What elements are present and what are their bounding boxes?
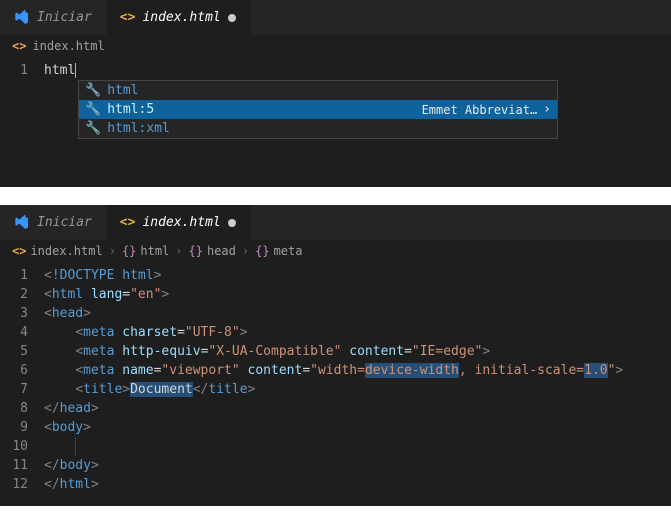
tab-label: Iniciar: [37, 10, 92, 25]
breadcrumb[interactable]: <> index.html › {} html › {} head › {} meta: [0, 240, 671, 262]
code-lines[interactable]: html 🔧 html 🔧 html:5 Emmet Abbreviat… › …: [44, 61, 671, 175]
brace-icon: {}: [189, 244, 203, 258]
editor-panel-2: Iniciar <> index.html <> index.html › {} h…: [0, 205, 671, 506]
text-cursor: [75, 63, 76, 78]
code-editor[interactable]: 1 html 🔧 html 🔧 html:5 Emmet Abbreviat… …: [0, 57, 671, 187]
chevron-right-icon: ›: [175, 244, 182, 258]
wrench-icon: 🔧: [85, 102, 101, 117]
line-number: 9: [0, 418, 28, 437]
autocomplete-item[interactable]: 🔧 html:xml: [79, 119, 557, 138]
code-line: </body>: [44, 456, 671, 475]
breadcrumb-item[interactable]: html: [140, 244, 169, 258]
autocomplete-item-selected[interactable]: 🔧 html:5 Emmet Abbreviat… ›: [79, 100, 557, 119]
tab-label: index.html: [142, 215, 220, 230]
line-number: 6: [0, 361, 28, 380]
tab-bar: Iniciar <> index.html: [0, 205, 671, 240]
chevron-right-icon: ›: [242, 244, 249, 258]
brace-icon: {}: [255, 244, 269, 258]
wrench-icon: 🔧: [85, 83, 101, 98]
vscode-icon: [14, 215, 30, 231]
breadcrumb-item[interactable]: index.html: [30, 244, 102, 258]
unsaved-indicator-icon: [228, 219, 236, 227]
vscode-icon: [14, 10, 30, 26]
line-number: 11: [0, 456, 28, 475]
code-line: <html lang="en">: [44, 285, 671, 304]
wrench-icon: 🔧: [85, 121, 101, 136]
html-file-icon: <>: [120, 10, 136, 25]
code-line: </html>: [44, 475, 671, 494]
line-number: 10: [0, 437, 28, 456]
code-line: <meta http-equiv="X-UA-Compatible" conte…: [44, 342, 671, 361]
autocomplete-popup: 🔧 html 🔧 html:5 Emmet Abbreviat… › 🔧 htm…: [78, 80, 558, 139]
html-file-icon: <>: [120, 215, 136, 230]
unsaved-indicator-icon: [228, 14, 236, 22]
brace-icon: {}: [122, 244, 136, 258]
autocomplete-item[interactable]: 🔧 html: [79, 81, 557, 100]
code-lines[interactable]: <!DOCTYPE html> <html lang="en"> <head> …: [44, 266, 671, 494]
code-line: </head>: [44, 399, 671, 418]
line-number: 1: [0, 61, 28, 80]
chevron-right-icon[interactable]: ›: [543, 102, 551, 117]
line-number: 3: [0, 304, 28, 323]
code-line: <meta charset="UTF-8">: [44, 323, 671, 342]
html-file-icon: <>: [12, 244, 26, 258]
code-line: <!DOCTYPE html>: [44, 266, 671, 285]
line-number: 2: [0, 285, 28, 304]
breadcrumb-item[interactable]: meta: [274, 244, 303, 258]
tab-bar: Iniciar <> index.html: [0, 0, 671, 35]
autocomplete-label: html:xml: [107, 121, 170, 136]
tab-iniciar[interactable]: Iniciar: [0, 205, 106, 240]
code-editor[interactable]: 1 2 3 4 5 6 7 8 9 10 11 12 <!DOCTYPE htm…: [0, 262, 671, 506]
tab-iniciar[interactable]: Iniciar: [0, 0, 106, 35]
chevron-right-icon: ›: [109, 244, 116, 258]
line-number: 4: [0, 323, 28, 342]
breadcrumb[interactable]: <> index.html: [0, 35, 671, 57]
editor-panel-1: Iniciar <> index.html <> index.html 1 ht…: [0, 0, 671, 187]
line-number: 7: [0, 380, 28, 399]
html-file-icon: <>: [12, 39, 26, 53]
breadcrumb-item[interactable]: head: [207, 244, 236, 258]
autocomplete-label: html: [107, 83, 138, 98]
autocomplete-label: html:5: [107, 102, 154, 117]
tab-index-html[interactable]: <> index.html: [106, 0, 250, 35]
tab-index-html[interactable]: <> index.html: [106, 205, 250, 240]
tab-label: index.html: [142, 10, 220, 25]
panel-gap: [0, 187, 671, 205]
line-gutter: 1 2 3 4 5 6 7 8 9 10 11 12: [0, 266, 44, 494]
autocomplete-description: Emmet Abbreviat…: [422, 103, 538, 117]
typed-text: html: [44, 63, 75, 78]
line-number: 8: [0, 399, 28, 418]
code-line: <body>: [44, 418, 671, 437]
tab-label: Iniciar: [37, 215, 92, 230]
code-line: [44, 437, 671, 456]
line-number: 5: [0, 342, 28, 361]
line-number: 12: [0, 475, 28, 494]
breadcrumb-item[interactable]: index.html: [32, 39, 104, 53]
code-line: <meta name="viewport" content="width=dev…: [44, 361, 671, 380]
code-line: <head>: [44, 304, 671, 323]
code-line: <title>Document</title>: [44, 380, 671, 399]
line-number: 1: [0, 266, 28, 285]
line-gutter: 1: [0, 61, 44, 175]
